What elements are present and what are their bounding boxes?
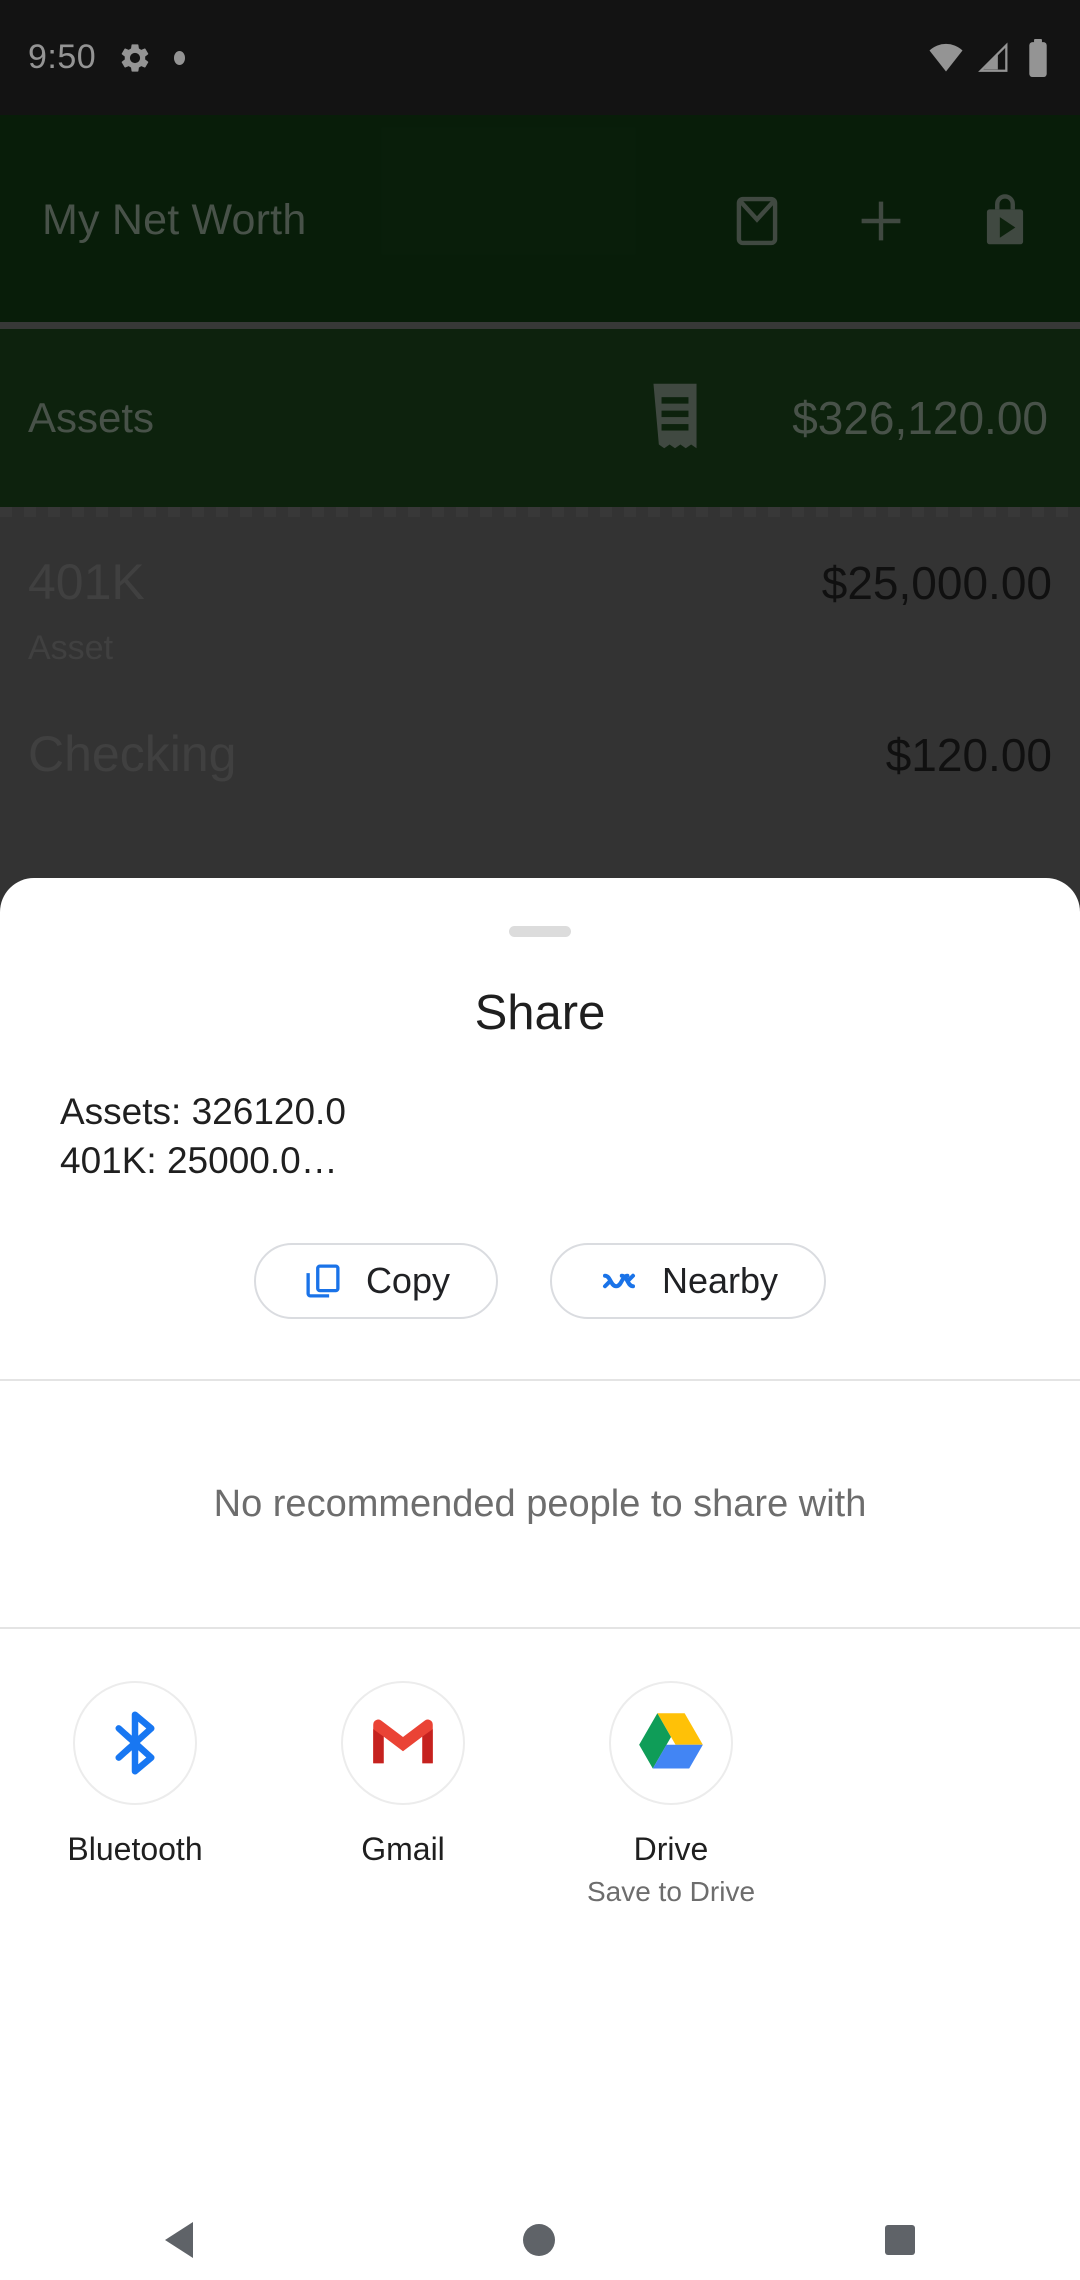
share-target-drive[interactable]: Drive Save to Drive — [578, 1681, 764, 1908]
no-recommended-people-message: No recommended people to share with — [213, 1482, 867, 1525]
sheet-drag-handle[interactable] — [509, 926, 571, 937]
back-button[interactable] — [165, 2222, 193, 2258]
share-target-sublabel: Save to Drive — [586, 1876, 756, 1908]
share-target-gmail[interactable]: Gmail — [310, 1681, 496, 1908]
nearby-share-button-label: Nearby — [661, 1260, 779, 1302]
share-target-app-row: Bluetooth Gmail Drive Save to Drive — [0, 1629, 1080, 1908]
google-drive-icon — [609, 1681, 733, 1806]
share-bottom-sheet: Share Assets: 326120.0 401K: 25000.0… Co… — [0, 878, 1080, 2200]
copy-button[interactable]: Copy — [253, 1243, 498, 1320]
share-action-chips: Copy Nearby — [0, 1243, 1080, 1320]
share-target-label: Drive — [633, 1831, 709, 1868]
share-target-label: Bluetooth — [67, 1831, 203, 1868]
share-preview-text: Assets: 326120.0 401K: 25000.0… — [0, 1087, 1080, 1185]
nearby-share-icon — [598, 1260, 640, 1302]
share-target-bluetooth[interactable]: Bluetooth — [42, 1681, 228, 1908]
gmail-icon — [341, 1681, 465, 1806]
copy-icon — [302, 1260, 344, 1302]
nearby-share-button[interactable]: Nearby — [549, 1243, 827, 1320]
share-preview-line: 401K: 25000.0… — [60, 1140, 338, 1182]
share-preview-line: Assets: 326120.0 — [60, 1091, 346, 1132]
share-sheet-title: Share — [474, 986, 606, 1040]
bluetooth-icon — [73, 1681, 197, 1806]
copy-button-label: Copy — [365, 1260, 450, 1302]
system-navigation-bar — [0, 2200, 1080, 2280]
recents-button[interactable] — [885, 2225, 915, 2255]
share-target-label: Gmail — [361, 1831, 445, 1868]
home-button[interactable] — [523, 2224, 555, 2256]
